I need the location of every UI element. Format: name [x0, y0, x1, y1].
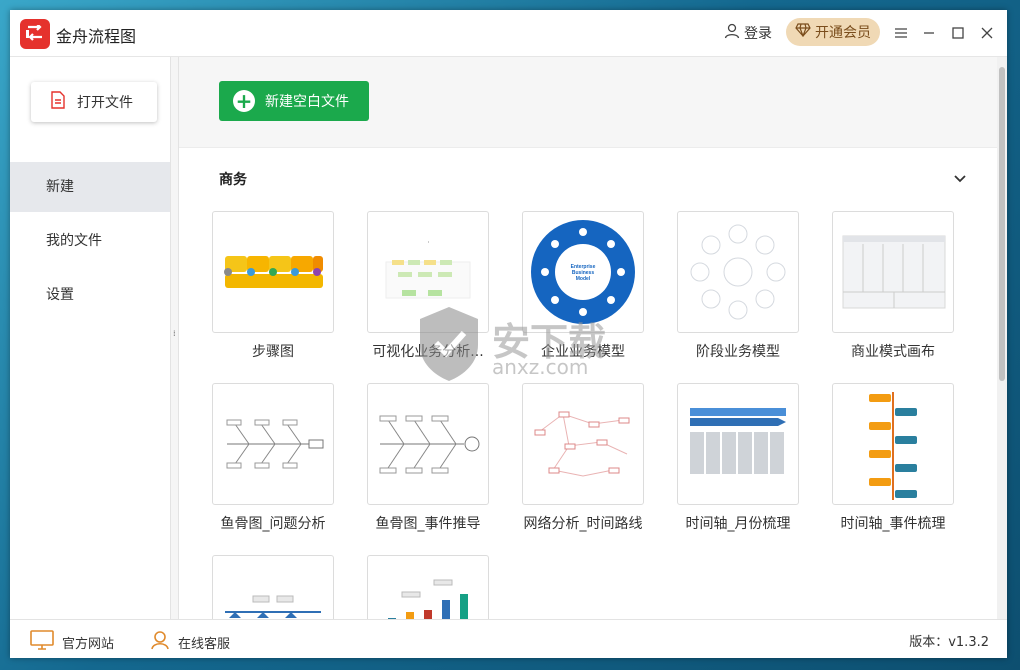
- sidebar-splitter[interactable]: ⁞: [170, 57, 179, 619]
- online-service-label: 在线客服: [178, 636, 231, 652]
- process-thumbnail: [225, 595, 321, 618]
- app-title: 金舟流程图: [56, 27, 137, 46]
- online-service-link[interactable]: 在线客服: [150, 630, 230, 654]
- sidebar-item-my-files[interactable]: 我的文件: [10, 216, 170, 266]
- timeline-event-thumbnail: [869, 392, 917, 500]
- template-card-stage-model[interactable]: [677, 211, 799, 333]
- sidebar: 打开文件 新建 我的文件 设置: [10, 57, 170, 619]
- network-thumbnail: [534, 411, 630, 477]
- vertical-scrollbar[interactable]: [997, 57, 1007, 619]
- login-button[interactable]: 登录: [724, 23, 772, 43]
- fishbone-thumbnail: [226, 419, 324, 469]
- section-title: 商务: [219, 172, 247, 188]
- open-file-label: 打开文件: [77, 95, 133, 111]
- monitor-icon: [30, 630, 54, 654]
- scrollbar-thumb[interactable]: [999, 67, 1005, 381]
- template-card-process[interactable]: [212, 555, 334, 619]
- close-icon[interactable]: [976, 22, 998, 44]
- minimize-icon[interactable]: [918, 22, 940, 44]
- sidebar-item-new[interactable]: 新建: [10, 162, 170, 212]
- user-icon: [724, 23, 740, 43]
- template-card-steps[interactable]: [212, 211, 334, 333]
- diamond-icon: [795, 23, 811, 41]
- title-bar: 金舟流程图 登录 开通会员: [10, 10, 1007, 57]
- template-label: 企业业务模型: [541, 344, 625, 360]
- new-blank-file-label: 新建空白文件: [265, 94, 349, 110]
- template-label: 步骤图: [252, 344, 294, 360]
- template-card-fishbone-event[interactable]: [367, 383, 489, 505]
- template-card-timeline-event[interactable]: [832, 383, 954, 505]
- new-blank-file-button[interactable]: + 新建空白文件: [219, 81, 369, 121]
- timeline-month-thumbnail: [690, 408, 786, 474]
- vip-button[interactable]: 开通会员: [786, 18, 880, 46]
- main-panel: + 新建空白文件 商务 步骤图 可视化业务分析... Enterprise Bu…: [179, 57, 1007, 619]
- footer-bar: 官方网站 在线客服 版本：v1.3.2: [10, 619, 1007, 658]
- bar-3d-thumbnail: [388, 579, 468, 619]
- open-file-button[interactable]: 打开文件: [31, 82, 157, 122]
- official-website-link[interactable]: 官方网站: [30, 630, 114, 654]
- template-label: 鱼骨图_问题分析: [220, 516, 326, 532]
- customer-service-icon: [150, 630, 170, 654]
- template-card-enterprise-model[interactable]: Enterprise Business Model: [522, 211, 644, 333]
- sidebar-item-settings[interactable]: 设置: [10, 270, 170, 320]
- toolbar-area: + 新建空白文件: [179, 57, 997, 148]
- app-window: 金舟流程图 登录 开通会员 打开文件 新建 我的文件 设置 ⁞ + 新建空白文件…: [10, 10, 1007, 658]
- enterprise-model-thumbnail: Enterprise Business Model: [531, 220, 635, 324]
- template-label: 时间轴_事件梳理: [840, 516, 946, 532]
- template-label: 鱼骨图_事件推导: [375, 516, 481, 532]
- template-card-network-analysis[interactable]: [522, 383, 644, 505]
- template-card-timeline-month[interactable]: [677, 383, 799, 505]
- app-logo-icon: [20, 19, 50, 49]
- template-label: 时间轴_月份梳理: [685, 516, 791, 532]
- maximize-icon[interactable]: [947, 22, 969, 44]
- template-card-fishbone-problem[interactable]: [212, 383, 334, 505]
- template-card-business-canvas[interactable]: [832, 211, 954, 333]
- vip-label: 开通会员: [815, 25, 871, 41]
- visual-analysis-thumbnail: [385, 241, 471, 299]
- template-card-visual-analysis[interactable]: [367, 211, 489, 333]
- menu-icon[interactable]: [890, 22, 912, 44]
- drag-handle-icon: ⁞: [173, 329, 176, 338]
- svg-text:Model: Model: [576, 276, 591, 282]
- steps-thumbnail: [224, 256, 323, 288]
- template-card-bar-3d[interactable]: [367, 555, 489, 619]
- document-icon: [51, 91, 65, 113]
- official-website-label: 官方网站: [62, 636, 115, 652]
- template-label: 网络分析_时间路线: [523, 516, 643, 532]
- chevron-down-icon[interactable]: [953, 169, 967, 188]
- plus-icon: +: [233, 90, 255, 112]
- version-text: 版本：v1.3.2: [909, 635, 989, 650]
- business-canvas-thumbnail: [842, 235, 946, 309]
- template-label: 可视化业务分析...: [372, 344, 484, 360]
- stage-model-thumbnail: [690, 224, 786, 320]
- template-label: 阶段业务模型: [696, 344, 780, 360]
- login-label: 登录: [744, 26, 772, 42]
- template-label: 商业模式画布: [851, 344, 935, 360]
- fishbone-event-thumbnail: [379, 415, 480, 474]
